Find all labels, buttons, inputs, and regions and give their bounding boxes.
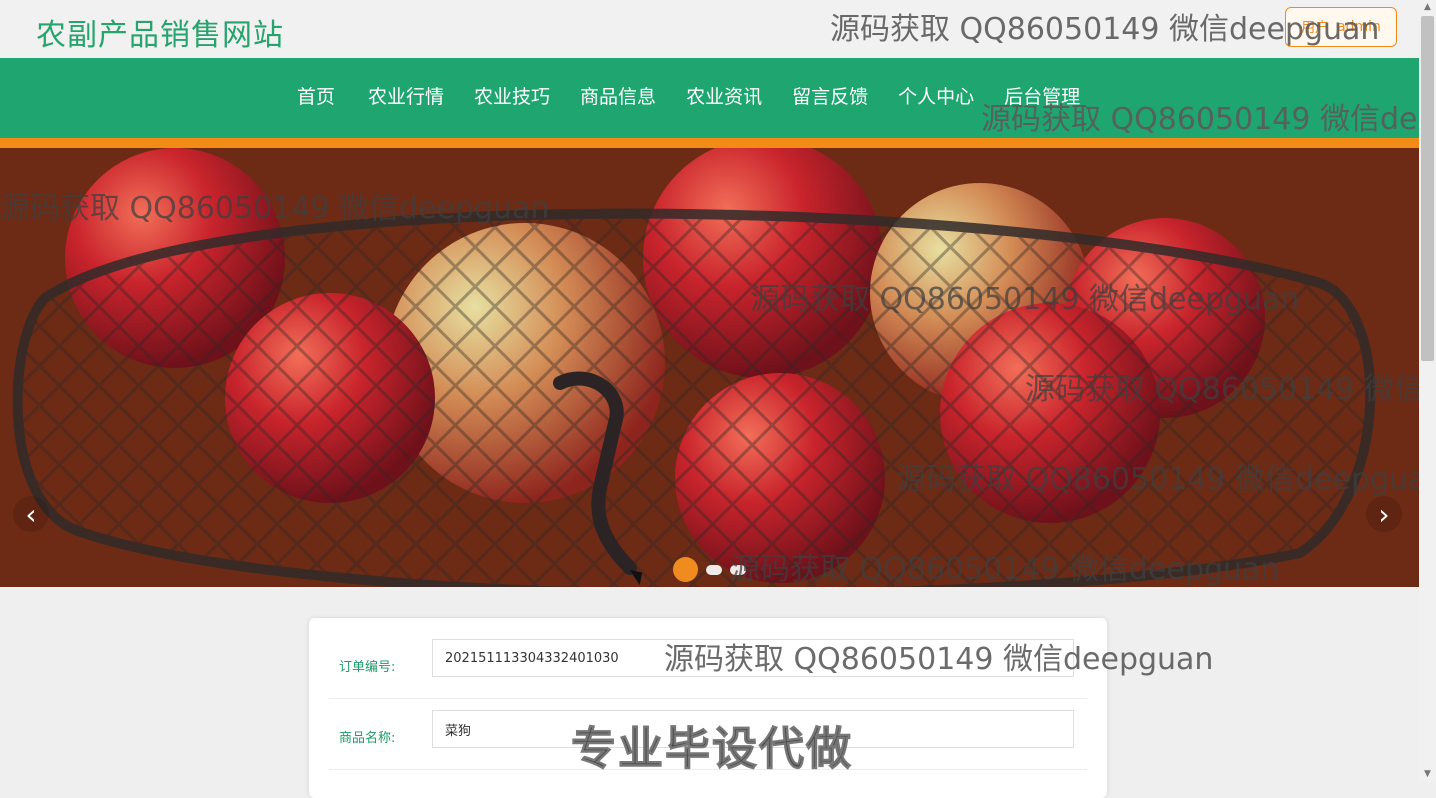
navigation-accent-strip [0,138,1419,148]
carousel-indicators [673,557,746,582]
wire-basket-shape [12,208,1376,587]
nav-item-admin[interactable]: 后台管理 [989,82,1095,109]
apple-basket-image [0,148,1419,587]
image-carousel[interactable]: ‹ › [0,148,1419,587]
scroll-up-icon[interactable]: ▲ [1423,3,1432,12]
carousel-dot-active[interactable] [673,557,698,582]
chevron-left-icon: ‹ [25,497,37,531]
user-role-label: 用户 [1301,20,1330,36]
username-label: admin [1337,19,1381,35]
nav-item-agri-skills[interactable]: 农业技巧 [459,82,565,109]
page-scrollbar[interactable]: ▲ ▼ [1419,0,1436,782]
order-number-label: 订单编号: [339,660,396,675]
site-title: 农副产品销售网站 [36,18,284,53]
nav-item-feedback[interactable]: 留言反馈 [777,82,883,109]
nav-item-profile[interactable]: 个人中心 [883,82,989,109]
nav-menu: 首页 农业行情 农业技巧 商品信息 农业资讯 留言反馈 个人中心 后台管理 [282,58,1095,132]
user-account-button[interactable]: 用户 admin [1285,7,1397,47]
nav-item-news[interactable]: 农业资讯 [671,82,777,109]
service-watermark: 专业毕设代做 [570,722,854,776]
nav-item-agri-market[interactable]: 农业行情 [353,82,459,109]
scroll-down-icon[interactable]: ▼ [1423,770,1432,779]
chevron-right-icon: › [1378,497,1390,531]
nav-item-products[interactable]: 商品信息 [565,82,671,109]
order-number-input[interactable] [432,639,1074,677]
carousel-next-button[interactable]: › [1366,496,1402,532]
top-header: 农副产品销售网站 用户 admin [0,0,1419,58]
product-name-label: 商品名称: [339,731,396,746]
main-navigation: 首页 农业行情 农业技巧 商品信息 农业资讯 留言反馈 个人中心 后台管理 [0,58,1419,138]
carousel-dot[interactable] [730,564,746,575]
carousel-dot[interactable] [706,564,722,575]
carousel-previous-button[interactable]: ‹ [13,496,49,532]
nav-item-home[interactable]: 首页 [282,82,353,109]
scrollbar-thumb[interactable] [1421,16,1434,361]
order-number-row: 订单编号: [329,628,1087,699]
